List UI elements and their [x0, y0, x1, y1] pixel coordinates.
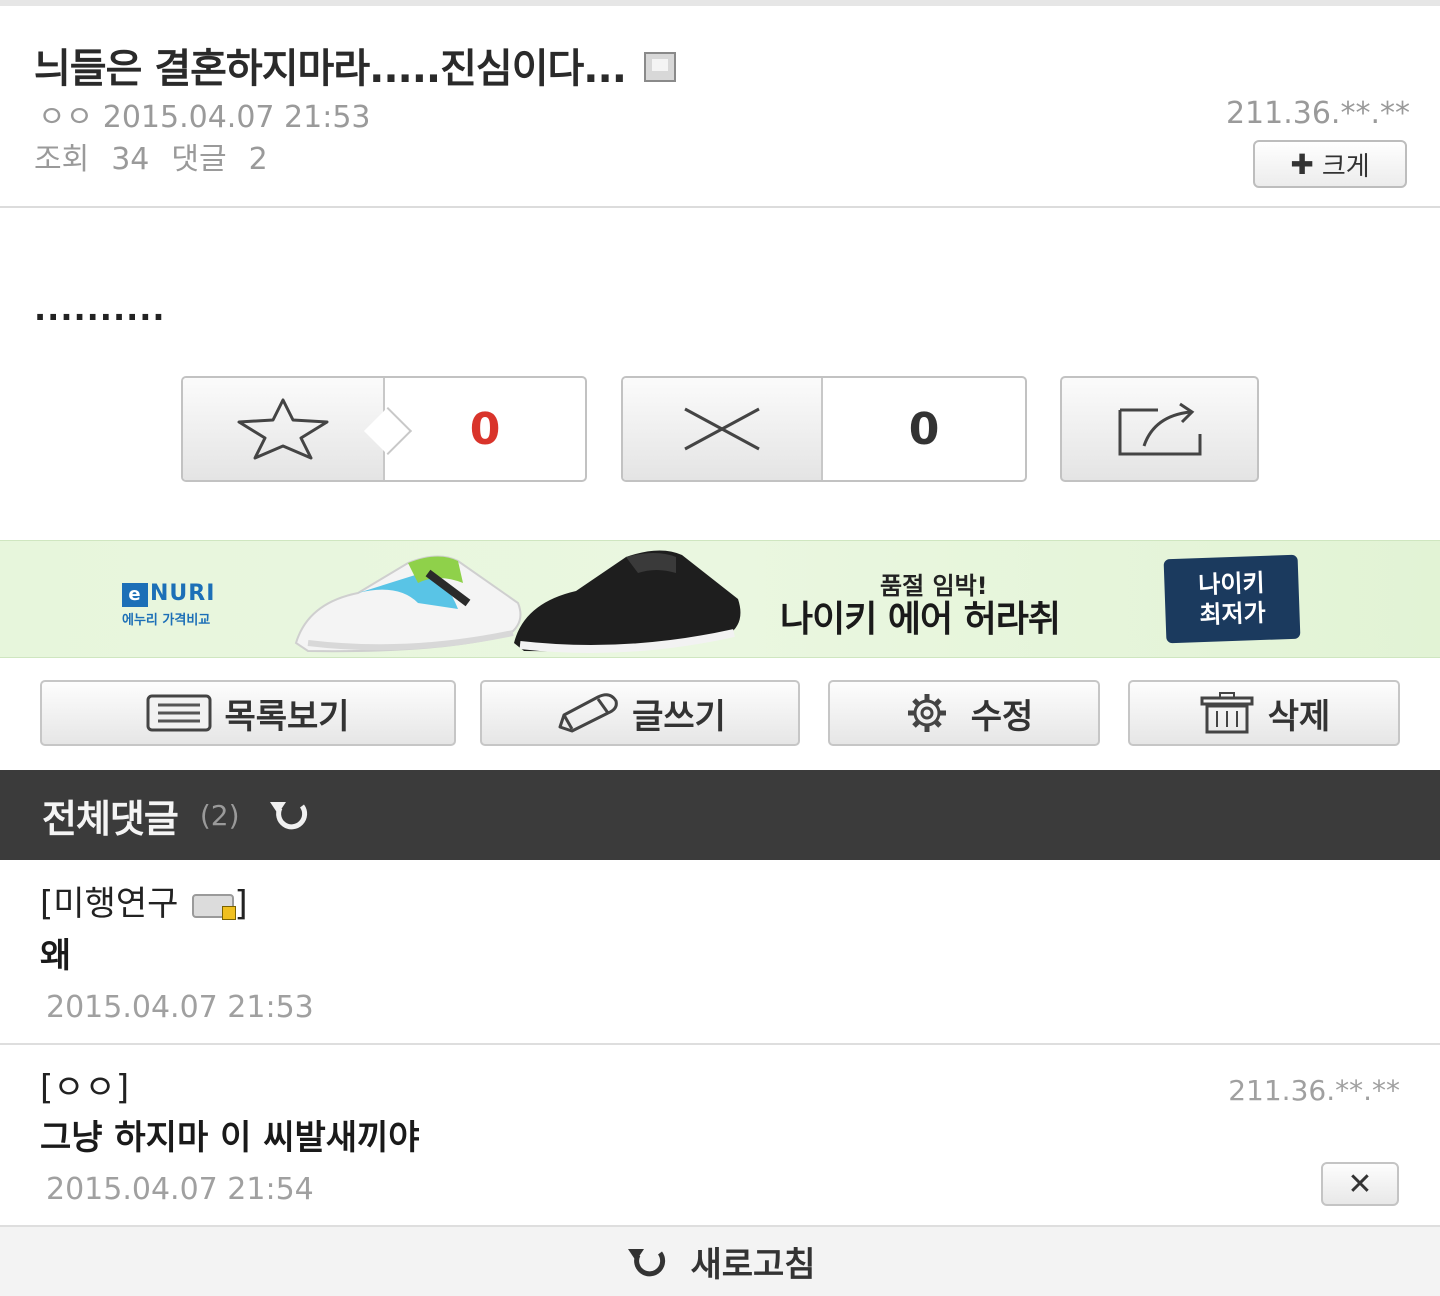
recommend-icon-cell — [183, 378, 413, 480]
comments-count: 2 — [248, 142, 268, 177]
post-stats: 조회 34 댓글 2 — [34, 134, 290, 178]
post-author-date: ㅇㅇ 2015.04.07 21:53 — [38, 92, 371, 136]
comments-header: 전체댓글 (2) — [0, 770, 1440, 860]
comment-date: 2015.04.07 21:54 — [46, 1172, 314, 1207]
font-bigger-label: 크게 — [1321, 151, 1370, 182]
comment-author: [미행연구] — [40, 876, 248, 925]
post-body: .......... — [34, 290, 166, 328]
star-icon — [237, 398, 329, 460]
dislike-icon-cell — [623, 378, 823, 480]
gear-icon — [907, 694, 946, 732]
write-button[interactable]: 글쓰기 — [480, 680, 800, 746]
post-title: 늬들은 결혼하지마라.....진심이다... — [34, 36, 676, 94]
comment-text: 왜 — [40, 936, 72, 976]
list-button[interactable]: 목록보기 — [40, 680, 456, 746]
comment-date: 2015.04.07 21:53 — [46, 990, 314, 1025]
enuri-sub: 에누리 가격비교 — [122, 613, 211, 628]
dislike-button[interactable]: 0 — [621, 376, 1027, 482]
views-label: 조회 — [34, 142, 90, 177]
refresh-icon — [628, 1248, 666, 1276]
comment-delete-button[interactable]: ✕ — [1321, 1162, 1399, 1206]
enuri-logo: e NURI 에누리 가격비교 — [122, 581, 215, 628]
ad-badge: 나이키 최저가 — [1163, 554, 1301, 644]
edit-button[interactable]: 수정 — [828, 680, 1100, 746]
white-shoe-image — [294, 555, 522, 653]
recommend-count: 0 — [469, 403, 501, 455]
post-title-text: 늬들은 결혼하지마라.....진심이다... — [34, 46, 627, 92]
refresh-label: 새로고침 — [690, 1245, 816, 1285]
comments-label: 댓글 — [171, 142, 227, 177]
delete-label: 삭제 — [1267, 696, 1331, 737]
ad-banner[interactable]: e NURI 에누리 가격비교 나이키 최저가 — [0, 540, 1440, 658]
comment-text: 그냥 하지마 이 씨발새끼야 — [40, 1118, 420, 1158]
post-datetime: 2015.04.07 21:53 — [102, 100, 371, 135]
refresh-icon[interactable] — [264, 798, 318, 832]
share-button[interactable] — [1060, 376, 1259, 482]
mobile-icon — [643, 52, 676, 82]
list-icon — [146, 694, 212, 732]
pencil-icon — [558, 693, 618, 733]
black-shoe-image — [514, 550, 741, 653]
enuri-brand: NURI — [150, 581, 216, 606]
share-icon — [1118, 402, 1201, 456]
comments-title: 전체댓글 — [42, 796, 179, 841]
recommend-button[interactable]: 0 — [181, 376, 587, 482]
trash-icon — [1200, 692, 1254, 734]
post-author: ㅇㅇ — [38, 100, 94, 135]
ad-badge-line2: 최저가 — [1198, 598, 1267, 630]
comments-count-badge: (2) — [199, 798, 240, 832]
delete-button[interactable]: 삭제 — [1128, 680, 1400, 746]
comment-ip: 211.36.**.** — [1228, 1074, 1400, 1107]
header-divider — [0, 206, 1440, 208]
dislike-count: 0 — [908, 403, 940, 455]
views-count: 34 — [111, 142, 150, 177]
comment-author: [ㅇㅇ] — [40, 1068, 130, 1108]
close-icon: ✕ — [1347, 1166, 1373, 1202]
font-bigger-button[interactable]: ✚ 크게 — [1253, 140, 1407, 188]
edit-label: 수정 — [970, 696, 1034, 737]
refresh-button[interactable]: 새로고침 — [0, 1227, 1440, 1296]
x-icon — [684, 407, 760, 451]
list-label: 목록보기 — [224, 696, 350, 737]
member-level-icon — [192, 893, 237, 920]
ad-badge-line1: 나이키 — [1197, 568, 1266, 600]
post-ip: 211.36.**.** — [1225, 96, 1410, 131]
plus-icon: ✚ — [1290, 147, 1314, 181]
enuri-badge: e — [122, 583, 148, 607]
write-label: 글쓰기 — [632, 696, 726, 737]
ad-headline: 나이키 에어 허라취 — [780, 599, 1061, 640]
comment-author-name: [미행연구 — [40, 884, 179, 924]
top-divider — [0, 0, 1440, 6]
comment-divider — [0, 1043, 1440, 1045]
